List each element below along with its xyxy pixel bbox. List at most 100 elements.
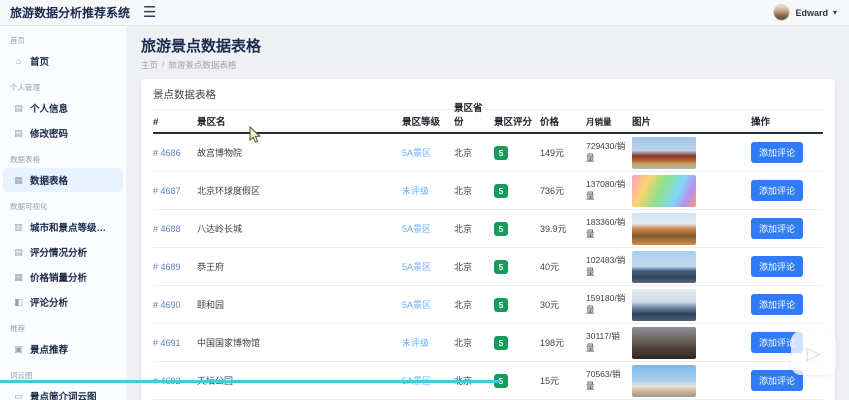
forbidden-city-photo [632, 136, 696, 169]
column-header: 景区评分 [494, 117, 533, 128]
sidebar-item-home[interactable]: ⌂ 首页 [3, 49, 123, 73]
province: 北京 [454, 186, 473, 196]
sidebar-item-recommend[interactable]: ▣ 景点推荐 [3, 337, 123, 361]
sidebar: 首页 ⌂ 首页 个人管理 ▤ 个人信息 ▤ 修改密码 数据表格 ▦ 数据表格 数… [0, 26, 127, 400]
user-menu[interactable]: Edward ▾ [773, 4, 849, 21]
level-link[interactable]: 未评级 [402, 186, 429, 196]
attraction-name: 北京环球度假区 [197, 186, 261, 196]
price: 15元 [540, 376, 560, 386]
province: 北京 [454, 262, 473, 272]
chart-score-icon: ▤ [14, 246, 23, 257]
score-badge: 5 [494, 221, 508, 236]
national-museum-photo [632, 326, 696, 359]
video-progress-bar[interactable] [0, 380, 500, 383]
column-header: 景区省份 [454, 103, 483, 128]
row-id-link[interactable]: # 4690 [153, 300, 181, 310]
page-title: 旅游景点数据表格 [141, 38, 262, 55]
score-badge: 5 [494, 183, 508, 198]
breadcrumb-current: 旅游景点数据表格 [168, 60, 237, 70]
recommend-icon: ▣ [14, 343, 23, 354]
table-body: # 4686 故宫博物院 5A景区 北京 5 149元 729430/销量 添加… [153, 134, 823, 400]
main-content: 旅游景点数据表格 主页 / 旅游景点数据表格 景点数据表格 # 景区名 景区等级 景区… [127, 26, 849, 400]
sidebar-item-chart-comment[interactable]: ◧ 评论分析 [3, 290, 123, 314]
add-comment-button[interactable]: 添加评论 [751, 142, 804, 163]
temple-of-heaven-photo [632, 364, 696, 397]
sidebar-section-label: 数据表格 [10, 155, 40, 164]
price: 40元 [540, 262, 560, 272]
chevron-down-icon: ▾ [832, 8, 837, 17]
row-id-link[interactable]: # 4686 [153, 148, 181, 158]
sidebar-item-profile[interactable]: ▤ 个人信息 [3, 96, 123, 120]
level-link[interactable]: 5A景区 [402, 148, 431, 158]
monthly-sales: 70563/销量 [586, 369, 621, 391]
price: 30元 [540, 300, 560, 310]
hamburger-menu-icon[interactable]: ☰ [143, 5, 156, 20]
add-comment-button[interactable]: 添加评论 [751, 218, 804, 239]
add-comment-button[interactable]: 添加评论 [751, 180, 804, 201]
attraction-name: 故宫博物院 [197, 148, 243, 158]
price: 198元 [540, 338, 565, 348]
sidebar-item-chart-score[interactable]: ▤ 评分情况分析 [3, 240, 123, 264]
province: 北京 [454, 224, 473, 234]
chart-comment-icon: ◧ [14, 296, 23, 307]
row-id-link[interactable]: # 4691 [153, 338, 181, 348]
table-row: # 4688 八达岭长城 5A景区 北京 5 39.9元 183360/销量 添… [153, 210, 823, 248]
price: 736元 [540, 186, 565, 196]
table-row: # 4689 恭王府 5A景区 北京 5 40元 102483/销量 添加评论 [153, 248, 823, 286]
score-badge: 5 [494, 145, 508, 160]
row-id-link[interactable]: # 4688 [153, 224, 181, 234]
sidebar-item-chart-city[interactable]: ▥ 城市和景点等级分析 [3, 215, 123, 239]
table-row: # 4687 北京环球度假区 未评级 北京 5 736元 137080/销量 添… [153, 172, 823, 210]
column-header: 图片 [632, 117, 652, 128]
floating-player-icon[interactable]: ▷ [791, 331, 836, 375]
score-badge: 5 [494, 297, 508, 312]
province: 北京 [454, 148, 473, 158]
chart-price-icon: ▦ [14, 271, 23, 282]
level-link[interactable]: 5A景区 [402, 300, 431, 310]
add-comment-button[interactable]: 添加评论 [751, 294, 804, 315]
sidebar-item-table[interactable]: ▦ 数据表格 [3, 168, 123, 192]
attraction-name: 中国国家博物馆 [197, 338, 261, 348]
profile-icon: ▤ [14, 102, 23, 113]
great-wall-photo [632, 212, 696, 245]
add-comment-button[interactable]: 添加评论 [751, 256, 804, 277]
table-row: # 4686 故宫博物院 5A景区 北京 5 149元 729430/销量 添加… [153, 134, 823, 172]
user-name: Edward [795, 7, 828, 18]
level-link[interactable]: 未评级 [402, 338, 429, 348]
home-icon: ⌂ [15, 56, 22, 66]
prince-gong-mansion-photo [632, 250, 696, 283]
wordcloud-intro-icon: ▭ [14, 390, 23, 400]
table-icon: ▦ [14, 174, 23, 185]
attraction-name: 颐和园 [197, 300, 225, 310]
universal-resort-photo [632, 174, 696, 207]
monthly-sales: 137080/销量 [586, 179, 626, 201]
table-row: # 4691 中国国家博物馆 未评级 北京 5 198元 30117/销量 添加… [153, 324, 823, 362]
attraction-name: 八达岭长城 [197, 224, 243, 234]
app-title: 旅游数据分析推荐系统 [10, 6, 131, 20]
row-id-link[interactable]: # 4687 [153, 186, 181, 196]
table-row: # 4690 颐和园 5A景区 北京 5 30元 159180/销量 添加评论 [153, 286, 823, 324]
breadcrumb-home[interactable]: 主页 [141, 59, 158, 71]
price: 149元 [540, 148, 565, 158]
province: 北京 [454, 338, 473, 348]
play-icon: ▷ [806, 343, 821, 363]
sidebar-item-password[interactable]: ▤ 修改密码 [3, 121, 123, 145]
row-id-link[interactable]: # 4689 [153, 262, 181, 272]
monthly-sales: 30117/销量 [586, 331, 620, 353]
column-header: # [153, 117, 159, 128]
score-badge: 5 [494, 335, 508, 350]
sidebar-section-label: 推荐 [10, 324, 25, 333]
score-badge: 5 [494, 259, 508, 274]
column-header: 景区名 [197, 117, 226, 128]
sidebar-item-chart-price[interactable]: ▦ 价格销量分析 [3, 265, 123, 289]
data-table-card: 景点数据表格 # 景区名 景区等级 景区省份 景区评分 价格 月销量 图片 操作 # 4686 … [141, 79, 835, 400]
monthly-sales: 729430/销量 [586, 141, 626, 163]
sidebar-item-wordcloud-intro[interactable]: ▭ 景点简介词云图 [3, 384, 123, 400]
level-link[interactable]: 5A景区 [402, 262, 431, 272]
level-link[interactable]: 5A景区 [402, 224, 431, 234]
breadcrumb: 主页 / 旅游景点数据表格 [141, 59, 835, 71]
user-avatar [773, 4, 791, 21]
sidebar-section-label: 首页 [10, 36, 25, 45]
sidebar-section-label: 个人管理 [10, 83, 40, 92]
attraction-name: 恭王府 [197, 262, 225, 272]
